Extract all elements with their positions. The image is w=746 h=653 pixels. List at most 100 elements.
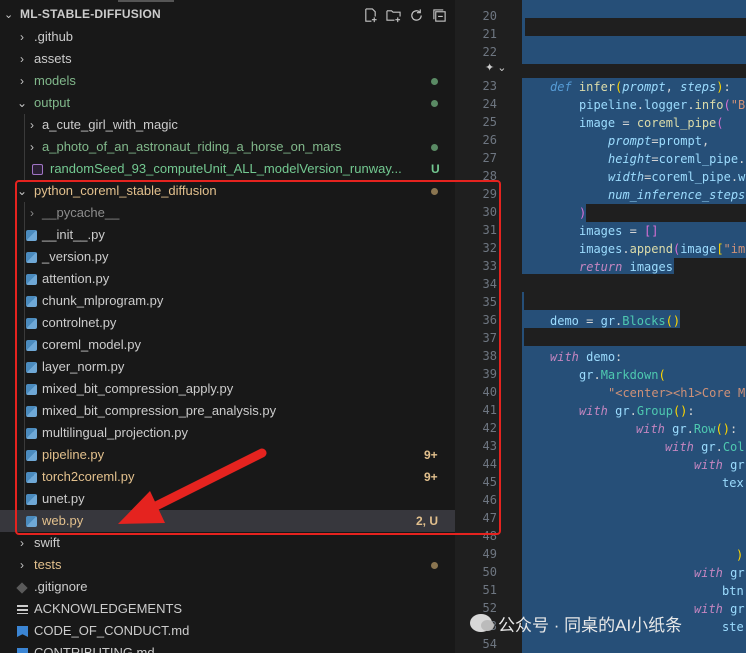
keyword-token: with [665, 440, 694, 454]
class-token: Blocks [622, 314, 666, 328]
tree-label: assets [34, 51, 72, 66]
tree-label: attention.py [42, 271, 110, 286]
tree-folder-tests[interactable]: › tests [0, 554, 455, 576]
code-line-51: btn [722, 582, 744, 600]
tree-label: randomSeed_93_computeUnit_ALL_modelVersi… [50, 161, 402, 176]
new-file-icon[interactable] [362, 8, 379, 25]
tree-folder-pycache[interactable]: › __pycache__ [0, 202, 455, 224]
chevron-right-icon: › [30, 140, 34, 154]
git-status-badge: U [431, 162, 440, 176]
tree-file-mixed-bit-apply[interactable]: mixed_bit_compression_apply.py [0, 378, 455, 400]
tree-file-acknowledgements[interactable]: ACKNOWLEDGEMENTS [0, 598, 455, 620]
tree-file-attention[interactable]: attention.py [0, 268, 455, 290]
keyword-token: with [550, 350, 579, 364]
variable-token: coreml_pipe [658, 152, 739, 166]
tree-label: output [34, 95, 71, 110]
tree-label: __init__.py [42, 227, 105, 242]
tree-folder-astronaut[interactable]: › a_photo_of_an_astronaut_riding_a_horse… [0, 136, 455, 158]
code-area[interactable]: def infer(prompt, steps): pipeline.logge… [522, 0, 746, 653]
tree-file-code-of-conduct[interactable]: CODE_OF_CONDUCT.md [0, 620, 455, 642]
tree-folder-github[interactable]: › .github [0, 26, 455, 48]
tree-label: tests [34, 557, 62, 572]
variable-token: gr [730, 458, 745, 472]
keyword-token: def [550, 80, 572, 94]
tree-file-init[interactable]: __init__.py [0, 224, 455, 246]
git-status-dot [431, 188, 438, 195]
line-number: 21 [482, 27, 497, 41]
watermark: 公众号 · 同桌的AI小纸条 [470, 610, 682, 636]
tree-file-multilingual[interactable]: multilingual_projection.py [0, 422, 455, 444]
param-token: height [608, 152, 652, 166]
tree-label: chunk_mlprogram.py [42, 293, 164, 308]
chevron-right-icon: › [30, 206, 34, 220]
line-number: 51 [482, 583, 497, 597]
line-number: 20 [482, 9, 497, 23]
tree-file-gitignore[interactable]: .gitignore [0, 576, 455, 598]
line-number: 28 [482, 169, 497, 183]
watermark-text: 公众号 · 同桌的AI小纸条 [498, 615, 683, 635]
variable-token: ste [722, 620, 744, 634]
tree-file-layer-norm[interactable]: layer_norm.py [0, 356, 455, 378]
problem-count-badge: 9+ [424, 470, 438, 484]
code-line-42: with gr.Row(): [636, 422, 738, 436]
code-line-25: image = coreml_pipe( [579, 116, 724, 130]
tree-folder-assets[interactable]: › assets [0, 48, 455, 70]
line-number: 44 [482, 457, 497, 471]
param-token: prompt [608, 134, 652, 148]
markdown-file-icon [17, 648, 28, 653]
line-number: 54 [482, 637, 497, 651]
param-token: steps [680, 80, 717, 94]
codelens-hint[interactable]: ✦ ⌄ [485, 61, 507, 74]
tree-file-pipeline[interactable]: pipeline.py 9+ [0, 444, 455, 466]
line-number: 25 [482, 115, 497, 129]
line-number: 41 [482, 403, 497, 417]
explorer-header[interactable]: ⌄ ML-STABLE-DIFFUSION [0, 5, 455, 25]
tree-label: controlnet.py [42, 315, 117, 330]
tree-file-torch2coreml[interactable]: torch2coreml.py 9+ [0, 466, 455, 488]
file-explorer: ⌄ ML-STABLE-DIFFUSION › .github › assets [0, 0, 455, 653]
chevron-down-icon: ⌄ [16, 96, 28, 110]
tree-label: CODE_OF_CONDUCT.md [34, 623, 190, 638]
tree-file-controlnet[interactable]: controlnet.py [0, 312, 455, 334]
tree-file-random-seed[interactable]: randomSeed_93_computeUnit_ALL_modelVersi… [0, 158, 455, 180]
tree-folder-swift[interactable]: › swift [0, 532, 455, 554]
line-number: 47 [482, 511, 497, 525]
tree-label: web.py [42, 513, 84, 528]
chevron-down-icon[interactable]: ⌄ [4, 8, 13, 21]
tree-label: a_cute_girl_with_magic [42, 117, 178, 132]
selection-highlight [522, 18, 525, 36]
variable-token: btn [722, 584, 744, 598]
workspace-title: ML-STABLE-DIFFUSION [20, 7, 161, 21]
tree-file-mixed-bit-pre-analysis[interactable]: mixed_bit_compression_pre_analysis.py [0, 400, 455, 422]
tree-folder-python-coreml[interactable]: ⌄ python_coreml_stable_diffusion [0, 180, 455, 202]
selection-highlight [522, 292, 524, 310]
tree-file-contributing[interactable]: CONTRIBUTING.md [0, 642, 455, 653]
variable-token: coreml_pipe [651, 170, 731, 184]
code-editor[interactable]: 20 21 22 23 24 25 26 27 28 29 30 31 32 3… [455, 0, 746, 653]
keyword-token: return [579, 260, 623, 274]
line-number: 46 [482, 493, 497, 507]
tree-file-version[interactable]: _version.py [0, 246, 455, 268]
tree-label: CONTRIBUTING.md [34, 645, 155, 653]
collapse-all-icon[interactable] [431, 8, 448, 25]
code-line-44: with gr [694, 456, 745, 474]
tree-label: python_coreml_stable_diffusion [34, 183, 217, 198]
tree-folder-cute-girl[interactable]: › a_cute_girl_with_magic [0, 114, 455, 136]
tree-file-coreml-model[interactable]: coreml_model.py [0, 334, 455, 356]
line-number: 40 [482, 385, 497, 399]
code-line-39: gr.Markdown( [579, 368, 666, 382]
code-line-49: ) [736, 548, 744, 562]
line-number: 50 [482, 565, 497, 579]
class-token: Col [722, 440, 745, 454]
tree-folder-output[interactable]: ⌄ output [0, 92, 455, 114]
keyword-token: with [636, 422, 665, 436]
refresh-icon[interactable] [408, 8, 425, 25]
function-name-token: infer [578, 80, 616, 94]
wechat-icon [470, 614, 494, 632]
tree-folder-models[interactable]: › models [0, 70, 455, 92]
code-line-45: tex [722, 474, 744, 492]
tree-file-web[interactable]: web.py 2, U [0, 510, 455, 532]
tree-file-unet[interactable]: unet.py [0, 488, 455, 510]
new-folder-icon[interactable] [385, 8, 402, 25]
tree-file-chunk-mlprogram[interactable]: chunk_mlprogram.py [0, 290, 455, 312]
